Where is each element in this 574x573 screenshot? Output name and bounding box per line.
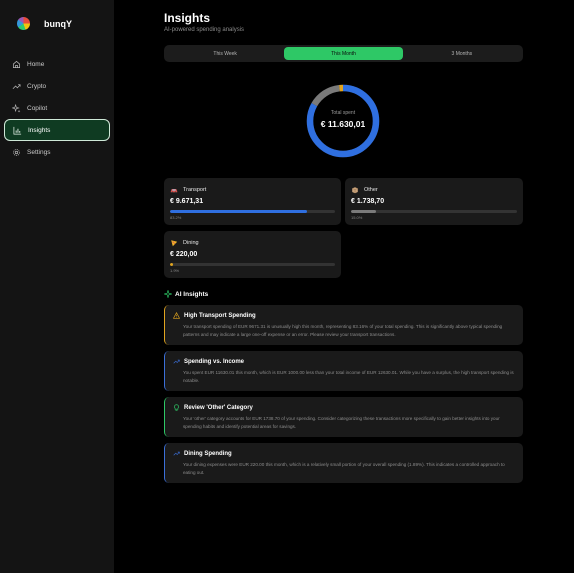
category-amount: € 9.671,31 bbox=[170, 198, 204, 205]
insight-text: Your 'other' category accounts for EUR 1… bbox=[183, 416, 500, 429]
insight-card[interactable]: Spending vs. Income You spent EUR 11630.… bbox=[164, 351, 523, 391]
trend-icon bbox=[173, 358, 180, 365]
insight-text: Your dining expenses were EUR 220.00 thi… bbox=[183, 462, 505, 475]
category-progress-bar bbox=[351, 210, 517, 213]
category-name: Other bbox=[364, 187, 378, 193]
period-tabs: This Week This Month 3 Months bbox=[164, 45, 523, 62]
total-spent-value: € 11.630,01 bbox=[320, 119, 366, 129]
brand-name: bunqY bbox=[44, 18, 72, 29]
category-card-other[interactable]: Other € 1.738,70 15.0% bbox=[345, 178, 523, 225]
trend-icon bbox=[173, 450, 180, 457]
sparkle-icon bbox=[163, 289, 173, 299]
total-spent-label: Total spent bbox=[330, 110, 356, 116]
category-amount: € 220,00 bbox=[170, 251, 198, 258]
page-title: Insights bbox=[164, 11, 211, 25]
trend-icon bbox=[12, 82, 21, 91]
sidebar-item-crypto[interactable]: Crypto bbox=[4, 75, 110, 97]
insight-card[interactable]: Review 'Other' Category Your 'other' cat… bbox=[164, 397, 523, 437]
category-progress-bar bbox=[170, 210, 335, 213]
warning-icon bbox=[173, 312, 180, 319]
sparkle-icon bbox=[12, 103, 21, 113]
category-progress-fill bbox=[351, 210, 376, 213]
sidebar-item-settings[interactable]: Settings bbox=[4, 141, 110, 163]
ai-insights-title: AI Insights bbox=[175, 290, 209, 298]
home-icon bbox=[12, 60, 21, 69]
category-card-transport[interactable]: Transport € 9.671,31 83.2% bbox=[164, 178, 341, 225]
chart-icon bbox=[13, 126, 22, 135]
box-icon bbox=[351, 186, 359, 194]
sidebar-item-label: Insights bbox=[28, 126, 51, 134]
category-card-dining[interactable]: Dining € 220,00 1.9% bbox=[164, 231, 341, 278]
category-name: Dining bbox=[183, 240, 199, 246]
sidebar-item-label: Copilot bbox=[27, 104, 48, 112]
sidebar-item-insights[interactable]: Insights bbox=[4, 119, 110, 141]
category-percent: 1.9% bbox=[170, 268, 180, 273]
category-progress-bar bbox=[170, 263, 335, 266]
insight-title: High Transport Spending bbox=[184, 312, 256, 319]
insight-card[interactable]: Dining Spending Your dining expenses wer… bbox=[164, 443, 523, 483]
lightbulb-icon bbox=[173, 404, 180, 411]
tab-3-months[interactable]: 3 Months bbox=[403, 47, 521, 60]
insight-title: Dining Spending bbox=[184, 450, 232, 457]
sidebar-item-label: Home bbox=[27, 60, 45, 68]
sidebar-item-label: Crypto bbox=[27, 82, 47, 90]
page-subtitle: AI-powered spending analysis bbox=[164, 27, 245, 33]
tab-this-week[interactable]: This Week bbox=[166, 47, 284, 60]
pizza-icon bbox=[170, 239, 178, 247]
sidebar: bunqY Home Crypto Copilot Insights Setti… bbox=[0, 0, 114, 573]
brand[interactable]: bunqY bbox=[17, 17, 72, 30]
sidebar-item-label: Settings bbox=[27, 148, 51, 156]
ai-insights-heading: AI Insights bbox=[163, 289, 209, 299]
gear-icon bbox=[12, 148, 21, 157]
category-name: Transport bbox=[183, 187, 207, 193]
insight-title: Review 'Other' Category bbox=[184, 404, 253, 411]
sidebar-nav: Home Crypto Copilot Insights Settings bbox=[4, 53, 110, 163]
insight-text: You spent EUR 11630.01 this month, which… bbox=[183, 370, 514, 383]
sidebar-item-home[interactable]: Home bbox=[4, 53, 110, 75]
category-percent: 15.0% bbox=[351, 215, 363, 220]
insight-text: Your transport spending of EUR 9671.31 i… bbox=[183, 324, 503, 337]
bunq-logo bbox=[17, 17, 30, 30]
category-progress-fill bbox=[170, 263, 174, 266]
category-progress-fill bbox=[170, 210, 308, 213]
category-percent: 83.2% bbox=[170, 215, 182, 220]
tab-this-month[interactable]: This Month bbox=[284, 47, 403, 60]
category-amount: € 1.738,70 bbox=[351, 198, 385, 205]
sidebar-item-copilot[interactable]: Copilot bbox=[4, 97, 110, 119]
insight-title: Spending vs. Income bbox=[184, 358, 245, 365]
car-icon bbox=[170, 186, 178, 194]
insight-card[interactable]: High Transport Spending Your transport s… bbox=[164, 305, 523, 345]
